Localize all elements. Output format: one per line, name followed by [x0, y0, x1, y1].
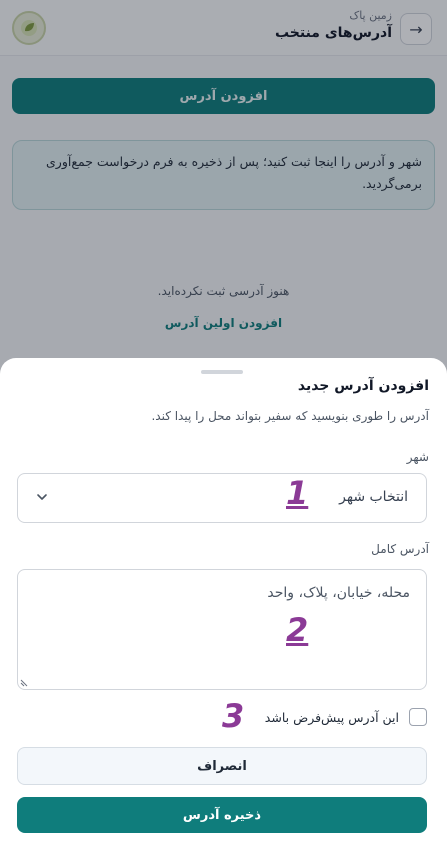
- add-address-sheet: افزودن آدرس جدید آدرس را طوری بنویسید که…: [0, 358, 447, 848]
- address-placeholder: محله، خیابان، پلاک، واحد: [267, 585, 410, 601]
- annotation-two: 2: [286, 611, 309, 649]
- annotation-one: 1: [286, 474, 309, 512]
- default-address-checkbox[interactable]: [409, 708, 427, 726]
- cancel-button[interactable]: انصراف: [17, 747, 427, 785]
- annotation-three: 3: [222, 697, 245, 735]
- address-label: آدرس کامل: [371, 542, 429, 556]
- save-address-button[interactable]: ذخیره آدرس: [17, 797, 427, 833]
- sheet-drag-handle[interactable]: [201, 370, 243, 374]
- sheet-subtitle: آدرس را طوری بنویسید که سفیر بتواند محل …: [151, 409, 429, 423]
- city-select[interactable]: انتخاب شهر: [17, 473, 427, 523]
- address-textarea[interactable]: محله، خیابان، پلاک، واحد: [17, 569, 427, 690]
- city-select-value: انتخاب شهر: [339, 489, 408, 505]
- resize-grip-icon[interactable]: [20, 679, 28, 687]
- city-label: شهر: [406, 450, 429, 464]
- default-address-label: این آدرس پیش‌فرض باشد: [264, 709, 399, 725]
- chevron-down-icon: [37, 494, 47, 500]
- sheet-title: افزودن آدرس جدید: [297, 378, 429, 394]
- default-address-row[interactable]: این آدرس پیش‌فرض باشد: [265, 707, 427, 727]
